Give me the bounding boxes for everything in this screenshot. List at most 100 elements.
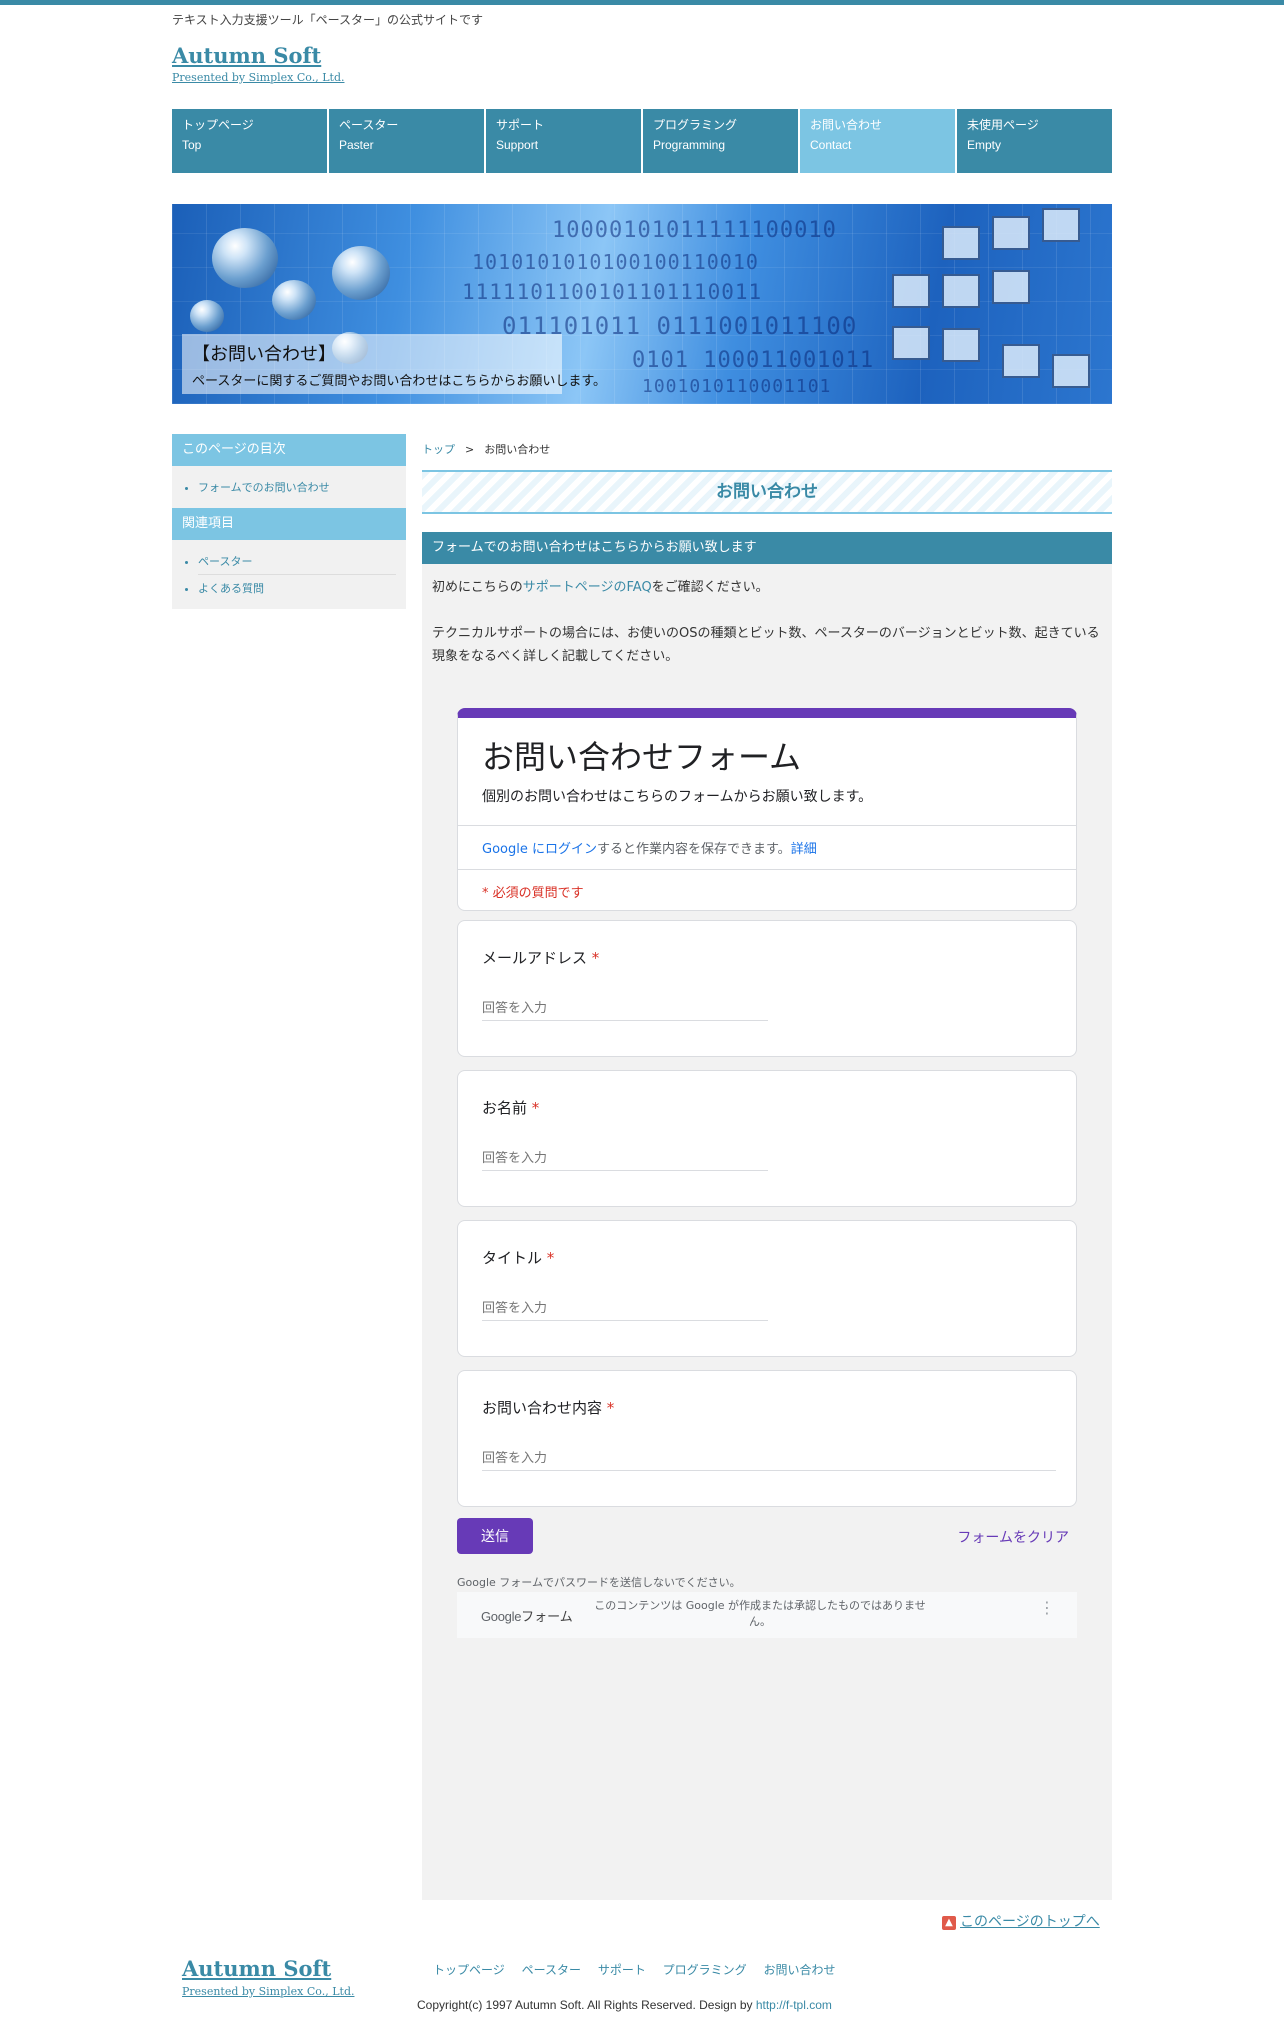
nav-item-paster[interactable]: ペースター Paster [329,109,486,173]
nav-item-label-en: Empty [967,138,1002,152]
question-card-title: タイトル * [457,1220,1077,1357]
hero-sphere-decor [190,300,224,332]
breadcrumb-current: お問い合わせ [484,443,551,456]
submit-button[interactable]: 送信 [457,1518,533,1554]
required-star: * [546,1249,555,1267]
page-title: お問い合わせ [422,470,1112,514]
form-divider [458,825,1076,826]
hero-tile-decor [992,216,1030,250]
required-star: * [591,949,600,967]
sidebar-item-form-inquiry[interactable]: フォームでのお問い合わせ [198,474,396,500]
title-field[interactable] [482,1301,768,1321]
back-to-top-link[interactable]: ▲ このページのトップへ [942,1911,1100,1931]
hero-binary-decor: 1111101100101101110011 [462,280,763,304]
hero-sphere-decor [272,280,316,320]
nav-item-support[interactable]: サポート Support [486,109,643,173]
sidebar-related-heading: 関連項目 [172,508,406,540]
hero-sphere-decor [332,246,390,300]
sidebar-item-paster[interactable]: ペースター [198,548,396,575]
question-label: お問い合わせ内容 * [482,1397,614,1418]
breadcrumb-home-link[interactable]: トップ [422,443,455,456]
nav-item-label-en: Top [182,138,202,152]
hero-binary-decor: 10000101011111100010 [552,218,837,243]
google-signin-link[interactable]: Google にログイン [482,842,597,857]
more-options-icon[interactable]: ⋮ [1039,1600,1055,1616]
global-nav: トップページ Top ペースター Paster サポート Support プログ… [172,109,1112,173]
hero-binary-decor: 1001010110001101 [642,376,832,397]
nav-item-label-en: Programming [653,138,726,152]
nav-item-label-jp: ペースター [339,118,399,132]
hero-banner: 10000101011111100010 1010101010100100110… [172,204,1112,404]
sidebar-toc-heading: このページの目次 [172,434,406,466]
hero-binary-decor: 1010101010100100110010 [472,250,759,274]
footer-logo[interactable]: Autumn Soft [182,1956,331,1981]
footer-nav-programming[interactable]: プログラミング [663,1963,747,1977]
google-wordmark: Google [481,1609,522,1624]
question-label-text: お名前 [482,1099,528,1117]
breadcrumb: トップ > お問い合わせ [422,441,550,457]
footer-nav-contact[interactable]: お問い合わせ [764,1963,836,1977]
hero-tile-decor [942,328,980,362]
nav-item-empty[interactable]: 未使用ページ Empty [957,109,1112,173]
hero-title: 【お問い合わせ】 [192,344,336,365]
nav-item-programming[interactable]: プログラミング Programming [643,109,800,173]
top-accent-bar [0,0,1284,5]
back-to-top-label: このページのトップへ [960,1914,1100,1930]
footer-nav-support[interactable]: サポート [598,1963,646,1977]
google-forms-logo[interactable]: Googleフォーム [481,1606,573,1625]
hero-tile-decor [1052,354,1090,388]
sidebar-related-list: ペースター よくある質問 [172,540,406,609]
form-description: 個別のお問い合わせはこちらのフォームからお願い致します。 [482,789,873,805]
sidebar-toc-list: フォームでのお問い合わせ [172,466,406,508]
presented-by-link[interactable]: Presented by Simplex Co., Ltd. [172,71,344,84]
required-star: * [606,1399,615,1417]
password-warning: Google フォームでパスワードを送信しないでください。 [457,1576,741,1589]
required-note: * 必須の質問です [482,886,584,901]
nav-item-top[interactable]: トップページ Top [172,109,329,173]
message-field[interactable] [482,1451,1056,1471]
question-label: お名前 * [482,1097,539,1118]
question-label-text: タイトル [482,1249,543,1267]
question-label: メールアドレス * [482,947,599,968]
site-logo[interactable]: Autumn Soft [172,43,321,68]
arrow-up-icon: ▲ [942,1916,956,1930]
nav-item-label-en: Paster [339,138,374,152]
email-field[interactable] [482,1001,768,1021]
question-card-message: お問い合わせ内容 * [457,1370,1077,1507]
hero-tile-decor [942,226,980,260]
breadcrumb-separator: > [465,443,475,456]
form-divider [458,869,1076,870]
hero-tile-decor [942,274,980,308]
question-label-text: お問い合わせ内容 [482,1399,603,1417]
nav-item-label-jp: トップページ [182,118,254,132]
tech-support-paragraph: テクニカルサポートの場合には、お使いのOSの種類とビット数、ペースターのバージョ… [432,626,1100,664]
sidebar-item-faq[interactable]: よくある質問 [198,575,396,601]
details-link[interactable]: 詳細 [791,842,817,857]
question-card-name: お名前 * [457,1070,1077,1207]
design-credit-link[interactable]: http://f-tpl.com [756,1998,832,2012]
required-star: * [531,1099,540,1117]
hero-tile-decor [1042,208,1080,242]
question-label: タイトル * [482,1247,554,1268]
hero-description: ペースターに関するご質問やお問い合わせはこちらからお願いします。 [192,374,607,389]
hero-tile-decor [892,274,930,308]
footer-presented-by-link[interactable]: Presented by Simplex Co., Ltd. [182,1985,354,1998]
site-tagline: テキスト入力支援ツール「ペースター」の公式サイトです [172,13,484,27]
forms-wordmark: フォーム [521,1610,573,1625]
footer-nav-top[interactable]: トップページ [433,1963,505,1977]
sidebar: このページの目次 フォームでのお問い合わせ 関連項目 ペースター よくある質問 [172,434,406,609]
footer-nav-paster[interactable]: ペースター [522,1963,581,1977]
hero-sphere-decor [212,228,278,288]
clear-form-button[interactable]: フォームをクリア [957,1527,1069,1547]
hero-tile-decor [1002,344,1040,378]
nav-item-contact[interactable]: お問い合わせ Contact [800,109,957,173]
support-faq-link[interactable]: サポートページのFAQ [523,580,652,595]
nav-item-label-en: Contact [810,138,852,152]
name-field[interactable] [482,1151,768,1171]
question-label-text: メールアドレス [482,949,588,967]
content-panel: フォームでのお問い合わせはこちらからお願い致します 初めにこちらのサポートページ… [422,532,1112,1900]
nav-item-label-jp: 未使用ページ [967,118,1039,132]
section-heading: フォームでのお問い合わせはこちらからお願い致します [422,532,1112,564]
intro-text-before: 初めにこちらの [432,580,523,595]
question-card-email: メールアドレス * [457,920,1077,1057]
